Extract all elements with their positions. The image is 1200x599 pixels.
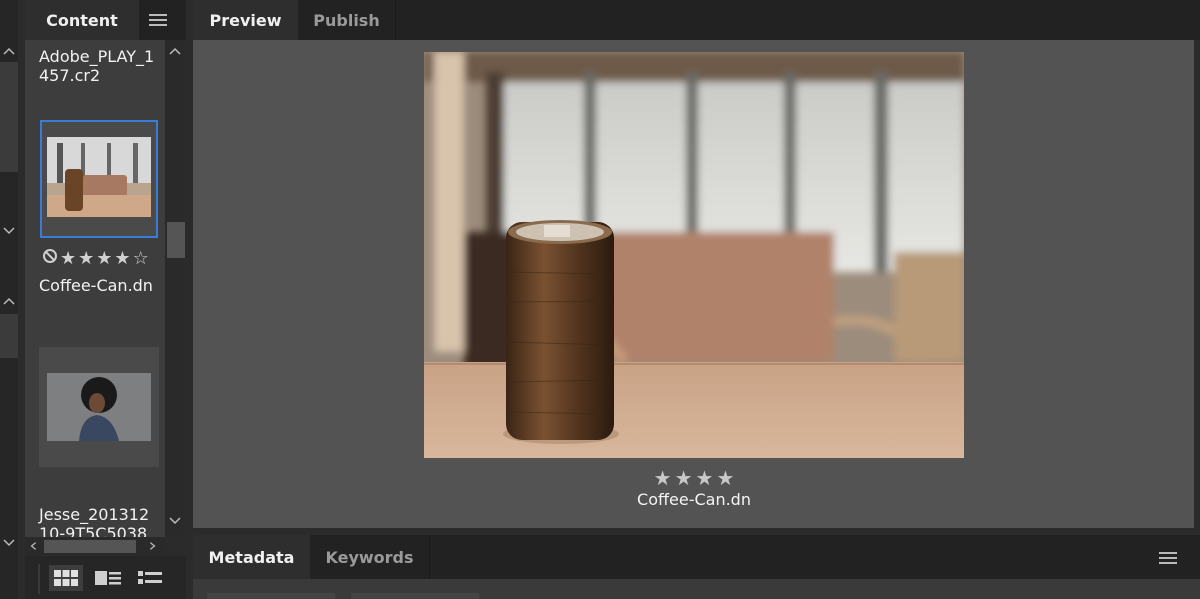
detail-view-icon[interactable] [91,565,125,591]
star-filled-icon[interactable]: ★ [114,248,130,269]
chevron-down-icon[interactable] [166,512,184,530]
metadata-field[interactable] [207,593,335,599]
horizontal-scroll-thumb[interactable] [44,540,136,553]
left-collapsed-strip [0,0,18,599]
divider [38,564,40,594]
left-strip-scroll-thumb-2[interactable] [0,314,18,358]
chevron-up-icon[interactable] [0,292,18,310]
list-item-name[interactable]: Jesse_20131210-9T5C5038.cr2 [39,505,159,537]
chevron-right-icon[interactable] [143,537,161,555]
star-filled-icon[interactable]: ★ [696,466,714,490]
list-view-icon[interactable] [133,565,167,591]
view-mode-bar [25,556,186,599]
star-filled-icon[interactable]: ★ [60,248,76,269]
list-item-name[interactable]: Adobe_PLAY_1457.cr2 [39,47,159,85]
coffee-can-thumbnail [47,137,151,217]
chevron-up-icon[interactable] [166,42,184,60]
rating-row[interactable]: ★ ★ ★ ★ ☆ [42,247,162,269]
star-filled-icon[interactable]: ★ [654,466,672,490]
preview-rating[interactable]: ★ ★ ★ ★ [560,466,828,490]
metadata-panel [193,579,1200,599]
tab-preview[interactable]: Preview [193,0,298,40]
hamburger-icon[interactable] [146,10,170,30]
content-list: Adobe_PLAY_1457.cr2 ★ ★ ★ ★ ☆ Coffee-Can… [25,40,165,537]
list-item-name[interactable]: Coffee-Can.dn [39,276,159,295]
tab-keywords[interactable]: Keywords [310,535,430,579]
star-filled-icon[interactable]: ★ [96,248,112,269]
tab-metadata[interactable]: Metadata [193,535,310,579]
preview-filename: Coffee-Can.dn [637,490,751,509]
tab-publish[interactable]: Publish [298,0,396,40]
star-filled-icon[interactable]: ★ [716,466,734,490]
list-item-thumbnail-selected[interactable] [40,120,158,238]
chevron-left-icon[interactable] [25,537,43,555]
content-scroll-thumb[interactable] [167,222,185,258]
chevron-up-icon[interactable] [0,42,18,60]
star-filled-icon[interactable]: ★ [675,466,693,490]
jesse-thumbnail [47,373,151,441]
preview-image [424,52,964,458]
content-scrollbar[interactable] [165,40,185,537]
metadata-field[interactable] [351,593,479,599]
preview-right-edge [1194,40,1200,528]
left-strip-scroll-thumb[interactable] [0,62,18,172]
tab-content[interactable]: Content [25,0,139,40]
grid-view-icon[interactable] [49,565,83,591]
list-item-thumbnail[interactable] [39,347,159,467]
chevron-down-icon[interactable] [0,534,18,552]
hamburger-icon[interactable] [1156,549,1180,567]
reject-icon[interactable] [42,248,58,269]
star-empty-icon[interactable]: ☆ [133,248,149,269]
star-filled-icon[interactable]: ★ [78,248,94,269]
chevron-down-icon[interactable] [0,222,18,240]
